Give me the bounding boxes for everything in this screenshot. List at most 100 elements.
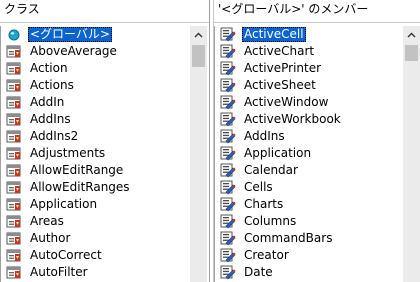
class-item-label: Action [30, 61, 68, 75]
class-item-label: AutoCorrect [30, 248, 102, 262]
property-icon [220, 248, 236, 263]
classes-list[interactable]: <グローバル> AboveAverage Action Actions AddIn Add… [0, 26, 188, 282]
class-list-item[interactable]: Areas [1, 213, 188, 230]
class-module-icon [6, 163, 22, 178]
chevron-up-icon [194, 32, 203, 37]
member-item-label: AddIns [244, 129, 285, 143]
class-item-label: AllowEditRange [30, 163, 124, 177]
chevron-up-icon [407, 32, 416, 37]
member-list-item[interactable]: Cells [215, 179, 403, 196]
members-header: '<グローバル>' のメンバー [214, 0, 420, 26]
class-list-item[interactable]: AddIns [1, 111, 188, 128]
member-list-item[interactable]: Date [215, 264, 403, 281]
class-module-icon [6, 129, 22, 144]
classes-header: クラス [0, 0, 210, 26]
member-list-item[interactable]: AddIns [215, 128, 403, 145]
classes-scrollbar[interactable] [190, 26, 207, 282]
members-list[interactable]: ActiveCell ActiveChart ActivePrinter Active… [214, 26, 403, 282]
classes-header-label: クラス [4, 2, 40, 16]
members-scrollbar[interactable] [403, 26, 420, 282]
class-module-icon [6, 146, 22, 161]
class-list-item[interactable]: AllowEditRanges [1, 179, 188, 196]
class-list-item[interactable]: AddIns2 [1, 128, 188, 145]
member-item-label: ActiveWorkbook [244, 112, 341, 126]
member-item-label: ActiveSheet [244, 78, 316, 92]
member-list-item[interactable]: Creator [215, 247, 403, 264]
classes-scroll-thumb[interactable] [192, 45, 205, 67]
class-item-label: Areas [30, 214, 64, 228]
classes-scroll-up-button[interactable] [190, 26, 207, 43]
class-list-item[interactable]: AllowEditRange [1, 162, 188, 179]
property-icon [220, 146, 236, 161]
class-item-label: AboveAverage [30, 44, 117, 58]
class-list-item[interactable]: AddIn [1, 94, 188, 111]
member-list-item[interactable]: ActiveWorkbook [215, 111, 403, 128]
class-module-icon [6, 61, 22, 76]
class-item-label: AddIns2 [30, 129, 79, 143]
member-list-item[interactable]: Columns [215, 213, 403, 230]
property-icon [220, 112, 236, 127]
property-icon [220, 214, 236, 229]
member-list-item[interactable]: ActivePrinter [215, 60, 403, 77]
class-item-label: AutoFilter [30, 265, 88, 279]
property-icon [220, 180, 236, 195]
property-icon [220, 27, 236, 42]
property-icon [220, 163, 236, 178]
property-icon [220, 129, 236, 144]
class-module-icon [6, 214, 22, 229]
member-list-item[interactable]: Charts [215, 196, 403, 213]
members-header-label: '<グローバル>' のメンバー [218, 2, 369, 16]
class-list-item[interactable]: Action [1, 60, 188, 77]
class-item-label: Adjustments [30, 146, 106, 160]
property-icon [220, 61, 236, 76]
member-item-label: Columns [244, 214, 297, 228]
member-item-label: Application [244, 146, 312, 160]
property-icon [220, 265, 236, 280]
class-module-icon [6, 248, 22, 263]
member-item-label: ActivePrinter [244, 61, 322, 75]
member-list-item[interactable]: Application [215, 145, 403, 162]
class-item-label: AllowEditRanges [30, 180, 130, 194]
class-item-label: Author [30, 231, 71, 245]
members-scroll-up-button[interactable] [403, 26, 420, 43]
class-module-icon [6, 180, 22, 195]
class-list-item[interactable]: Author [1, 230, 188, 247]
member-list-item[interactable]: CommandBars [215, 230, 403, 247]
member-item-label: CommandBars [244, 231, 333, 245]
class-module-icon [6, 265, 22, 280]
member-list-item[interactable]: Calendar [215, 162, 403, 179]
class-list-item[interactable]: Adjustments [1, 145, 188, 162]
property-icon [220, 44, 236, 59]
class-list-item[interactable]: AutoFilter [1, 264, 188, 281]
member-list-item[interactable]: ActiveWindow [215, 94, 403, 111]
member-item-label: ActiveCell [242, 27, 306, 42]
property-icon [220, 78, 236, 93]
member-list-item[interactable]: ActiveCell [215, 26, 403, 43]
class-module-icon [6, 197, 22, 212]
member-item-label: Calendar [244, 163, 298, 177]
members-scroll-thumb[interactable] [405, 45, 418, 61]
member-item-label: Date [244, 265, 273, 279]
member-item-label: ActiveChart [244, 44, 315, 58]
class-module-icon [6, 44, 22, 59]
member-item-label: ActiveWindow [244, 95, 329, 109]
property-icon [220, 197, 236, 212]
member-item-label: Charts [244, 197, 284, 211]
class-module-icon [6, 78, 22, 93]
class-list-item[interactable]: Actions [1, 77, 188, 94]
class-list-item[interactable]: AutoCorrect [1, 247, 188, 264]
member-list-item[interactable]: ActiveSheet [215, 77, 403, 94]
class-item-label: <グローバル> [28, 27, 112, 42]
classes-header-divider [0, 22, 210, 23]
class-module-icon [6, 95, 22, 110]
member-list-item[interactable]: ActiveChart [215, 43, 403, 60]
class-module-icon [6, 231, 22, 246]
class-list-item[interactable]: AboveAverage [1, 43, 188, 60]
class-list-item[interactable]: <グローバル> [1, 26, 188, 43]
class-list-item[interactable]: Application [1, 196, 188, 213]
property-icon [220, 231, 236, 246]
class-module-icon [6, 112, 22, 127]
class-item-label: AddIn [30, 95, 65, 109]
member-item-label: Cells [244, 180, 273, 194]
property-icon [220, 95, 236, 110]
